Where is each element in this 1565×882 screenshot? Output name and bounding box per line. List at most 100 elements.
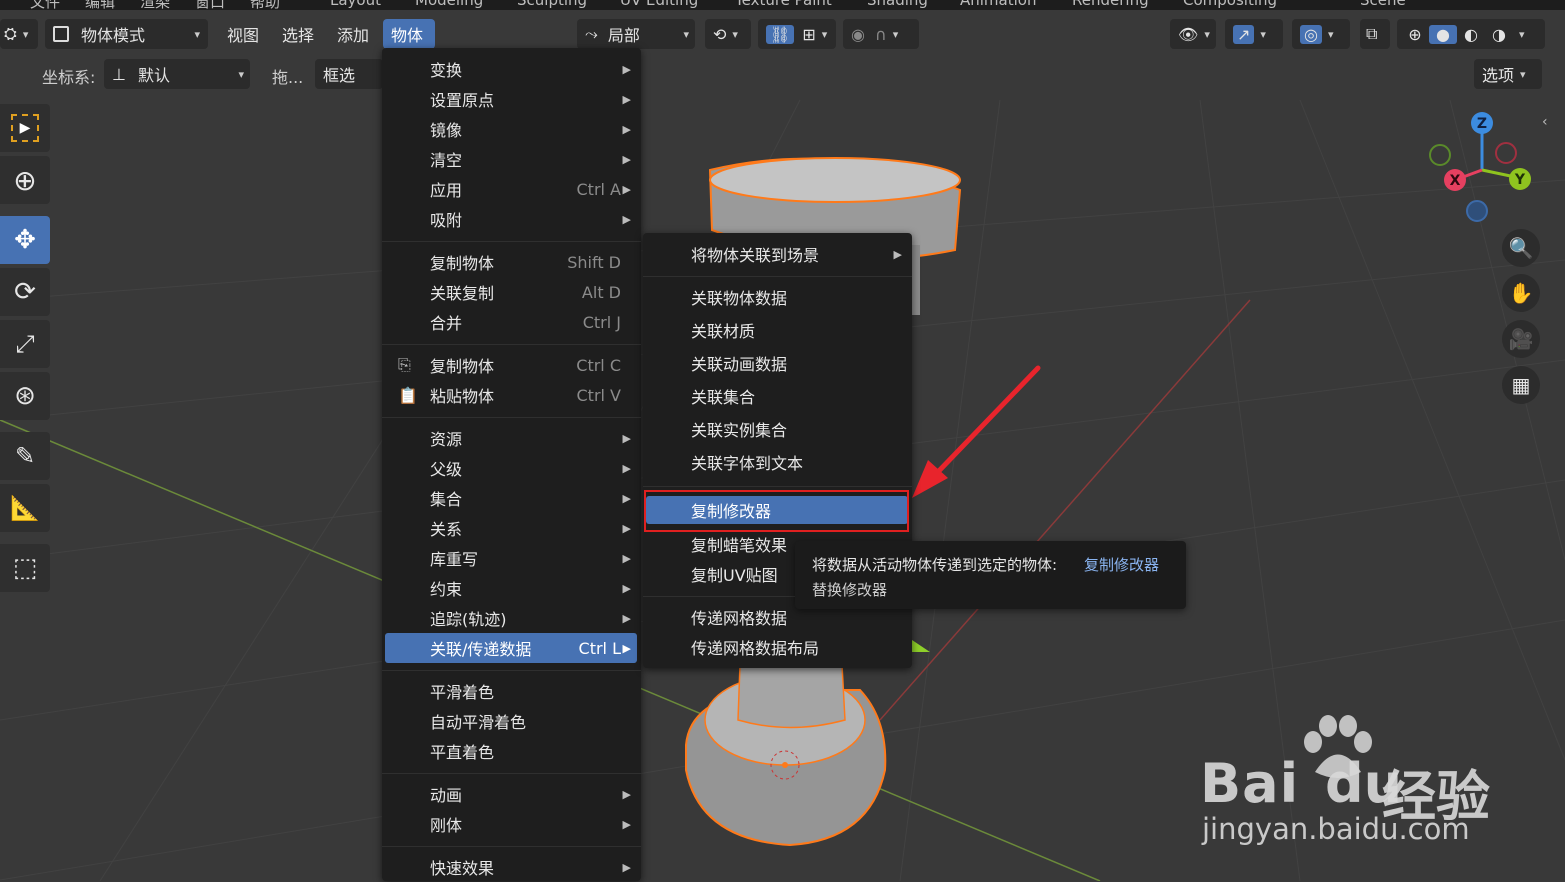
menu-add[interactable]: 添加 <box>329 19 377 49</box>
menu-window[interactable]: 窗口 <box>195 0 225 10</box>
move-tool[interactable]: ✥ <box>0 216 50 264</box>
viewport-header: ⛭ ▾ 物体模式 ▾ 视图 选择 添加 物体 ⤳ 局部 ▾ ⟲ ▾ ⛓ ⊞ ▾ ◉ … <box>0 12 1565 56</box>
menu-item-transfer-mesh-data-layout[interactable]: 传递网格数据布局 <box>643 632 912 662</box>
tab-animation[interactable]: Animation <box>960 0 1036 9</box>
proportional-editing-group[interactable]: ◉ ∩ ▾ <box>843 19 919 49</box>
menu-item-asset[interactable]: 资源 ▶ <box>382 423 641 453</box>
menu-item-animation[interactable]: 动画 ▶ <box>382 779 641 809</box>
submenu-arrow-icon: ▶ <box>622 581 631 595</box>
paste-icon: 📋 <box>398 385 418 405</box>
menu-item-join[interactable]: 合并 Ctrl J <box>382 307 641 337</box>
menu-item-link-materials[interactable]: 关联材质 <box>643 315 912 345</box>
menu-item-mirror[interactable]: 镜像 ▶ <box>382 114 641 144</box>
coordinate-system-dropdown[interactable]: ⊥ 默认 ▾ <box>104 59 250 89</box>
menu-item-duplicate[interactable]: 复制物体 Shift D <box>382 247 641 277</box>
proportional-edit-icon[interactable]: ◉ <box>851 25 865 44</box>
transform-icon: ⊛ <box>14 381 36 411</box>
menu-item-link-object-data[interactable]: 关联物体数据 <box>643 282 912 312</box>
rotate-tool[interactable]: ⟳ <box>0 268 50 316</box>
navigation-gizmo[interactable]: Z Y X <box>1420 110 1540 230</box>
snap-magnet-icon[interactable]: ⛓ <box>766 24 795 44</box>
measure-tool[interactable]: 📐 <box>0 484 50 532</box>
menu-item-clear[interactable]: 清空 ▶ <box>382 144 641 174</box>
falloff-icon[interactable]: ∩ <box>875 25 887 44</box>
menu-view[interactable]: 视图 <box>219 19 267 49</box>
tab-texture-paint[interactable]: Texture Paint <box>735 0 832 9</box>
menu-item-set-origin[interactable]: 设置原点 ▶ <box>382 84 641 114</box>
menu-object[interactable]: 物体 <box>383 19 435 49</box>
pivot-point-button[interactable]: ⟲ ▾ <box>705 19 751 49</box>
menu-item-parent[interactable]: 父级 ▶ <box>382 453 641 483</box>
mode-dropdown[interactable]: 物体模式 ▾ <box>45 19 208 49</box>
chevron-down-icon[interactable]: ▾ <box>1519 28 1525 41</box>
cursor-tool[interactable]: ⊕ <box>0 156 50 204</box>
snap-increment-icon[interactable]: ⊞ <box>802 25 815 44</box>
menu-item-relations[interactable]: 关系 ▶ <box>382 513 641 543</box>
menu-item-paste-objects[interactable]: 📋 粘贴物体 Ctrl V <box>382 380 641 410</box>
scene-selector[interactable]: Scene <box>1360 0 1406 9</box>
menu-item-apply[interactable]: 应用 Ctrl A ▶ <box>382 174 641 204</box>
collapse-sidebar-icon[interactable]: ‹ <box>1542 114 1548 130</box>
wireframe-shading-icon[interactable]: ⊕ <box>1401 25 1429 44</box>
menu-item-duplicate-linked[interactable]: 关联复制 Alt D <box>382 277 641 307</box>
tab-sculpting[interactable]: Sculpting <box>517 0 587 9</box>
options-dropdown[interactable]: 选项 ▾ <box>1474 59 1542 89</box>
material-shading-icon[interactable]: ◐ <box>1457 25 1485 44</box>
submenu-arrow-icon: ▶ <box>622 62 631 76</box>
menu-item-library-override[interactable]: 库重写 ▶ <box>382 543 641 573</box>
scale-tool[interactable]: ⤢ <box>0 320 50 368</box>
menu-item-track[interactable]: 追踪(轨迹) ▶ <box>382 603 641 633</box>
menu-item-rigid-body[interactable]: 刚体 ▶ <box>382 809 641 839</box>
solid-shading-icon[interactable]: ● <box>1429 24 1457 44</box>
drag-dropdown[interactable]: 框选 <box>315 59 383 89</box>
xray-toggle[interactable]: ⧉ <box>1360 19 1390 49</box>
add-cube-tool[interactable]: ⬚ <box>0 544 50 592</box>
menu-help[interactable]: 帮助 <box>250 0 280 10</box>
transform-tool[interactable]: ⊛ <box>0 372 50 420</box>
menu-item-shade-auto-smooth[interactable]: 自动平滑着色 <box>382 706 641 736</box>
annotate-tool[interactable]: ✎ <box>0 432 50 480</box>
menu-item-link-instance-collections[interactable]: 关联实例集合 <box>643 414 912 444</box>
visibility-button[interactable]: 👁 ▾ <box>1170 19 1216 49</box>
menu-item-snap[interactable]: 吸附 ▶ <box>382 204 641 234</box>
tab-layout[interactable]: Layout <box>330 0 381 9</box>
menu-item-collection[interactable]: 集合 ▶ <box>382 483 641 513</box>
menu-render[interactable]: 渲染 <box>140 0 170 10</box>
gizmo-toggle[interactable]: ↗ ▾ <box>1225 19 1283 49</box>
tab-rendering[interactable]: Rendering <box>1072 0 1149 9</box>
menu-item-link-animation-data[interactable]: 关联动画数据 <box>643 348 912 378</box>
pan-button[interactable]: ✋ <box>1502 274 1540 312</box>
menu-item-link-transfer-data[interactable]: 关联/传递数据 Ctrl L ▶ <box>385 633 637 663</box>
menu-separator <box>382 344 641 345</box>
chevron-down-icon: ▾ <box>732 27 738 41</box>
menu-select[interactable]: 选择 <box>274 19 322 49</box>
menu-item-link-fonts-to-text[interactable]: 关联字体到文本 <box>643 447 912 477</box>
editor-type-button[interactable]: ⛭ ▾ <box>0 19 38 49</box>
tab-compositing[interactable]: Compositing <box>1183 0 1277 9</box>
menu-item-copy-objects[interactable]: ⎘ 复制物体 Ctrl C <box>382 350 641 380</box>
rendered-shading-icon[interactable]: ◑ <box>1485 25 1513 44</box>
coordinate-system-label: 坐标系: <box>42 68 96 87</box>
menu-file[interactable]: 文件 <box>30 0 60 10</box>
menu-item-shade-flat[interactable]: 平直着色 <box>382 736 641 766</box>
tab-shading[interactable]: Shading <box>867 0 928 9</box>
menu-item-shade-smooth[interactable]: 平滑着色 <box>382 676 641 706</box>
select-box-tool[interactable]: ▶ <box>0 104 50 152</box>
menu-item-transform[interactable]: 变换 ▶ <box>382 54 641 84</box>
menu-item-link-collections[interactable]: 关联集合 <box>643 381 912 411</box>
overlay-toggle[interactable]: ◎ ▾ <box>1292 19 1350 49</box>
camera-view-button[interactable]: 🎥 <box>1502 320 1540 358</box>
editor-type-icon: ⛭ <box>4 24 17 43</box>
perspective-toggle-button[interactable]: ▦ <box>1502 366 1540 404</box>
menu-edit[interactable]: 编辑 <box>85 0 115 10</box>
zoom-button[interactable]: 🔍 <box>1502 229 1540 267</box>
menu-item-quick-effects[interactable]: 快速效果 ▶ <box>382 852 641 882</box>
orientation-label: 局部 <box>607 26 640 45</box>
snapping-group[interactable]: ⛓ ⊞ ▾ <box>758 19 836 49</box>
menu-item-link-to-scene[interactable]: 将物体关联到场景 ▶ <box>643 239 912 269</box>
gizmo-icon: ↗ <box>1233 24 1255 44</box>
tab-modeling[interactable]: Modeling <box>415 0 483 9</box>
transform-orientation-dropdown[interactable]: ⤳ 局部 ▾ <box>577 19 695 49</box>
tab-uv-editing[interactable]: UV Editing <box>620 0 698 9</box>
menu-item-constraint[interactable]: 约束 ▶ <box>382 573 641 603</box>
